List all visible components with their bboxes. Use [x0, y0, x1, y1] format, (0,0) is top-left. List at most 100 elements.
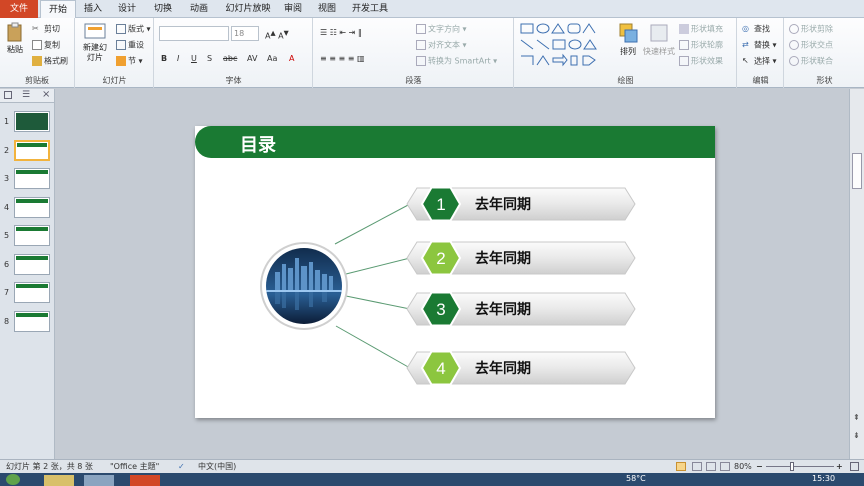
scissors-icon: ✂ — [32, 24, 39, 33]
underline-button[interactable]: U — [191, 54, 197, 64]
toc-item[interactable]: 4 去年同期 — [406, 350, 636, 386]
tab-developer[interactable]: 开发工具 — [348, 0, 392, 18]
tab-insert[interactable]: 插入 — [78, 0, 108, 18]
tab-animations[interactable]: 动画 — [184, 0, 214, 18]
font-size-combo[interactable]: 18 — [231, 26, 259, 41]
union-icon — [789, 56, 799, 66]
cut-button[interactable]: ✂ 剪切 — [32, 24, 60, 35]
slide-thumbnail[interactable] — [14, 282, 50, 303]
smartart-button[interactable]: 转换为 SmartArt ▾ — [416, 56, 497, 67]
group-label-slides: 幻灯片 — [102, 76, 127, 85]
smartart-label: 转换为 SmartArt — [428, 56, 491, 66]
powerpoint-taskbar-icon[interactable] — [130, 475, 160, 486]
close-pane-icon[interactable]: × — [42, 89, 50, 100]
fit-to-window-icon[interactable] — [850, 462, 859, 471]
toc-item[interactable]: 2 去年同期 — [406, 240, 636, 276]
change-case-button[interactable]: Aa — [267, 54, 277, 64]
slides-tab-icon[interactable] — [4, 91, 12, 99]
reset-button[interactable]: 重设 — [116, 40, 144, 51]
thumbnail-number: 6 — [4, 259, 10, 269]
arrange-button[interactable]: 排列 — [615, 22, 641, 57]
reading-view-icon[interactable] — [706, 462, 716, 471]
zoom-out-icon[interactable]: − — [756, 460, 763, 473]
strikethrough-button[interactable]: abc — [223, 54, 237, 64]
copy-button[interactable]: 复制 — [32, 40, 60, 51]
shape-intersect-button[interactable]: 形状交点 — [789, 40, 833, 51]
scrollbar-thumb[interactable] — [852, 153, 862, 189]
select-button[interactable]: ↖ 选择 ▾ — [742, 56, 777, 67]
zoom-level[interactable]: 80% — [734, 460, 752, 473]
grow-font-button[interactable]: A▲ A▼ — [265, 28, 289, 42]
paste-button[interactable]: 粘贴 — [4, 22, 26, 55]
replace-label: 替换 — [754, 40, 770, 50]
layout-button[interactable]: 版式 ▾ — [116, 24, 151, 35]
zoom-in-icon[interactable]: + — [836, 460, 843, 473]
group-label-clipboard: 剪贴板 — [25, 76, 49, 85]
toc-item[interactable]: 1 去年同期 — [406, 186, 636, 222]
slide-thumbnail[interactable] — [14, 253, 50, 275]
bold-button[interactable]: B — [161, 54, 167, 64]
outline-tab-icon[interactable]: ☰ — [22, 90, 30, 100]
tab-file[interactable]: 文件 — [0, 0, 38, 18]
quick-styles-button[interactable]: 快速样式 — [643, 22, 675, 57]
explorer-taskbar-icon[interactable] — [44, 475, 74, 486]
toc-item-text: 去年同期 — [475, 301, 531, 318]
shape-effects-button[interactable]: 形状效果 — [679, 56, 723, 67]
new-slide-button[interactable]: 新建幻灯片 — [80, 22, 110, 63]
slide-thumbnail[interactable] — [14, 310, 50, 332]
slideshow-view-icon[interactable] — [720, 462, 730, 471]
find-button[interactable]: ◎ 查找 — [742, 24, 770, 35]
slide-thumbnail[interactable] — [14, 196, 50, 218]
align-buttons[interactable]: ≡ ≡ ≡ ≡ ▥ — [320, 54, 365, 64]
tab-slideshow[interactable]: 幻灯片放映 — [222, 0, 274, 18]
tab-transitions[interactable]: 切换 — [148, 0, 178, 18]
slide-thumbnail[interactable] — [14, 139, 50, 161]
start-button-icon[interactable] — [6, 474, 20, 485]
format-painter-button[interactable]: 格式刷 — [32, 56, 68, 67]
zoom-slider-thumb[interactable] — [790, 462, 794, 471]
vertical-scrollbar[interactable]: ⇞ ⇟ — [849, 89, 864, 459]
shadow-button[interactable]: S — [207, 54, 212, 64]
font-name-combo[interactable] — [159, 26, 229, 41]
slide-thumbnail[interactable] — [14, 111, 50, 132]
shape-union-button[interactable]: 形状联合 — [789, 56, 833, 67]
font-color-button[interactable]: A — [289, 54, 294, 64]
prev-slide-icon[interactable]: ⇞ — [853, 413, 860, 422]
zoom-slider[interactable] — [766, 466, 834, 467]
normal-view-icon[interactable] — [676, 462, 686, 471]
tab-review[interactable]: 审阅 — [280, 0, 306, 18]
slide-thumbnail[interactable] — [14, 225, 50, 246]
app-taskbar-icon[interactable] — [84, 475, 114, 486]
tab-design[interactable]: 设计 — [112, 0, 142, 18]
tab-home[interactable]: 开始 — [40, 0, 76, 19]
section-button[interactable]: 节 ▾ — [116, 56, 143, 67]
bullets-button[interactable]: ☰ ☷ ⇤ ⇥ ‖ — [320, 28, 362, 38]
windows-taskbar: 58°C 15:30 — [0, 473, 864, 486]
char-spacing-button[interactable]: AV — [247, 54, 257, 64]
clock[interactable]: 15:30 — [812, 474, 835, 483]
slide-thumbnail[interactable] — [14, 168, 50, 189]
group-clipboard: 粘贴 ✂ 剪切 复制 格式刷 剪贴板 — [0, 18, 75, 88]
italic-button[interactable]: I — [177, 54, 179, 64]
shape-subtract-button[interactable]: 形状剪除 — [789, 24, 833, 35]
next-slide-icon[interactable]: ⇟ — [853, 431, 860, 440]
subtract-icon — [789, 24, 799, 34]
shape-union-label: 形状联合 — [801, 56, 833, 66]
reset-label: 重设 — [128, 40, 144, 50]
align-text-button[interactable]: 对齐文本 ▾ — [416, 40, 467, 51]
current-slide[interactable]: 目录 1 去年同期 2 去年同期 3 去年同期 4 去年同期 — [195, 126, 715, 418]
tab-view[interactable]: 视图 — [314, 0, 340, 18]
shape-fill-button[interactable]: 形状填充 — [679, 24, 723, 35]
language-indicator[interactable]: 中文(中国) — [198, 460, 236, 473]
toc-item[interactable]: 3 去年同期 — [406, 291, 636, 327]
slide-sorter-icon[interactable] — [692, 462, 702, 471]
text-direction-icon — [416, 24, 426, 34]
shape-outline-button[interactable]: 形状轮廓 — [679, 40, 723, 51]
shapes-gallery[interactable] — [519, 22, 611, 68]
replace-button[interactable]: ⇄ 替换 ▾ — [742, 40, 777, 51]
toc-number: 1 — [436, 195, 445, 214]
group-label-font: 字体 — [225, 76, 242, 85]
spellcheck-icon[interactable]: ✓ — [178, 460, 185, 473]
text-direction-button[interactable]: 文字方向 ▾ — [416, 24, 467, 35]
theme-name[interactable]: "Office 主题" — [110, 460, 159, 473]
